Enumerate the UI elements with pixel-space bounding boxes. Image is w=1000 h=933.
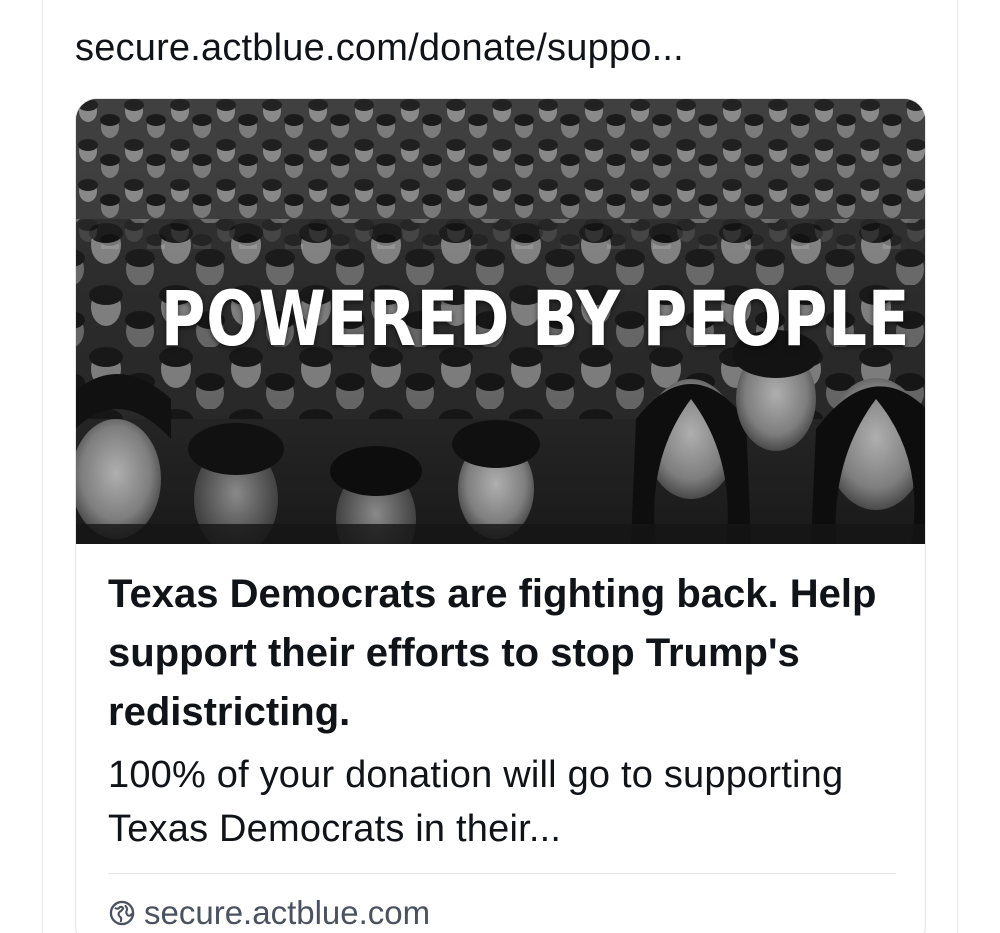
post-page: secure.actblue.com/donate/suppo... POWER… <box>0 0 1000 933</box>
image-overlay-headline: POWERED BY PEOPLE <box>160 274 911 363</box>
link-card-footer[interactable]: secure.actblue.com <box>108 891 430 933</box>
globe-icon <box>109 900 135 926</box>
link-preview-card[interactable]: POWERED BY PEOPLE Texas Democrats are fi… <box>75 98 926 933</box>
link-card-title[interactable]: Texas Democrats are fighting back. Help … <box>108 565 898 742</box>
post-link-text[interactable]: secure.actblue.com/donate/suppo... <box>75 22 935 74</box>
link-card-domain: secure.actblue.com <box>144 894 431 931</box>
link-card-body[interactable]: Texas Democrats are fighting back. Help … <box>108 565 898 856</box>
link-card-image[interactable]: POWERED BY PEOPLE <box>76 99 925 544</box>
link-card-divider <box>108 873 896 874</box>
post-frame-left-border <box>42 0 43 933</box>
post-frame-right-border <box>957 0 958 933</box>
link-card-description: 100% of your donation will go to support… <box>108 754 844 850</box>
